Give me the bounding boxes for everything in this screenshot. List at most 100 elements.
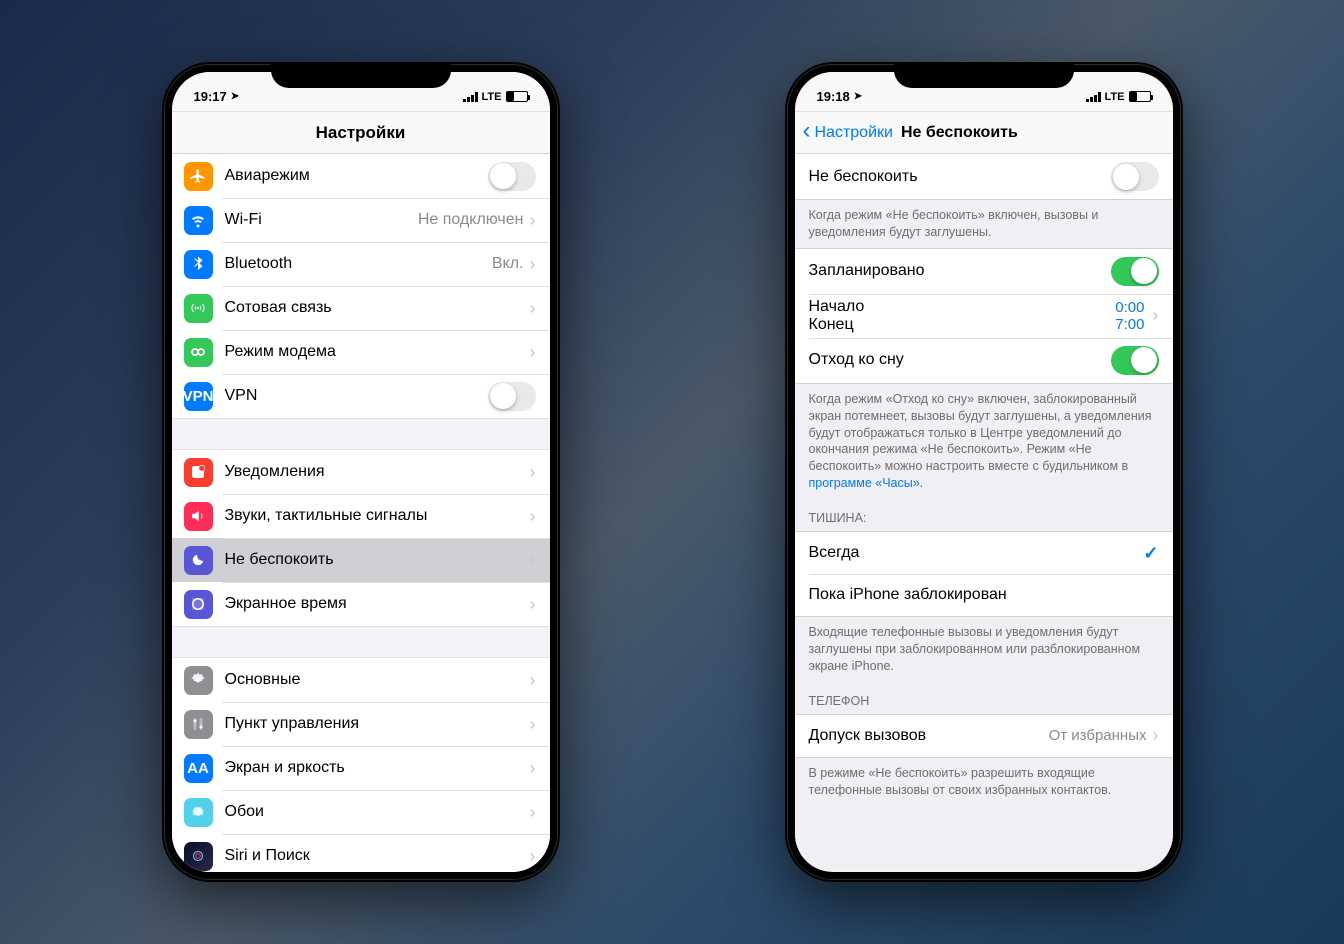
row-label: Bluetooth <box>225 255 492 273</box>
row-label: Основные <box>225 671 530 689</box>
signal-icon <box>1086 92 1101 102</box>
status-time: 19:17 <box>194 89 227 104</box>
airplane-icon <box>184 162 213 191</box>
start-label: Начало <box>809 298 1116 316</box>
wifi-icon <box>184 206 213 235</box>
footer-silence: Входящие телефонные вызовы и уведомления… <box>795 617 1173 682</box>
network-label: LTE <box>482 91 502 103</box>
clock-app-link[interactable]: программе «Часы». <box>809 476 924 490</box>
row-value: Не подключен <box>418 211 524 229</box>
status-time: 19:18 <box>817 89 850 104</box>
location-icon: ➤ <box>231 91 239 102</box>
row-dnd[interactable]: Не беспокоить › <box>172 538 550 582</box>
row-schedule-time[interactable]: Начало Конец 0:00 7:00 › <box>795 294 1173 338</box>
row-bluetooth[interactable]: Bluetooth Вкл. › <box>172 242 550 286</box>
sounds-icon <box>184 502 213 531</box>
toggle-vpn[interactable] <box>488 382 536 411</box>
row-dnd-master[interactable]: Не беспокоить <box>795 154 1173 199</box>
notch <box>271 62 451 88</box>
group-divider <box>172 418 550 450</box>
row-scheduled[interactable]: Запланировано <box>795 249 1173 294</box>
row-sounds[interactable]: Звуки, тактильные сигналы › <box>172 494 550 538</box>
header-phone: ТЕЛЕФОН <box>795 682 1173 714</box>
row-label: Запланировано <box>809 262 1111 280</box>
row-label: Wi-Fi <box>225 211 418 229</box>
row-label: Всегда <box>809 544 1144 562</box>
toggle-dnd[interactable] <box>1111 162 1159 191</box>
chevron-right-icon: › <box>530 462 536 483</box>
chevron-right-icon: › <box>530 714 536 735</box>
back-chevron-icon[interactable]: ‹ <box>803 119 811 143</box>
row-airplane[interactable]: Авиарежим <box>172 154 550 198</box>
start-time-value: 0:00 <box>1115 299 1144 316</box>
chevron-right-icon: › <box>530 210 536 231</box>
dnd-icon <box>184 546 213 575</box>
chevron-right-icon: › <box>530 254 536 275</box>
end-time-value: 7:00 <box>1115 316 1144 333</box>
control-center-icon <box>184 710 213 739</box>
chevron-right-icon: › <box>530 342 536 363</box>
hotspot-icon <box>184 338 213 367</box>
row-label: Экранное время <box>225 595 530 613</box>
row-wallpaper[interactable]: Обои › <box>172 790 550 834</box>
row-label: Режим модема <box>225 343 530 361</box>
row-bedtime[interactable]: Отход ко сну <box>795 338 1173 383</box>
dnd-content: Не беспокоить Когда режим «Не беспокоить… <box>795 154 1173 870</box>
row-cellular[interactable]: Сотовая связь › <box>172 286 550 330</box>
chevron-right-icon: › <box>530 298 536 319</box>
phone-right: 19:18 ➤ LTE ‹ Настройки Не беспокоить Не… <box>785 62 1183 882</box>
row-label: Не беспокоить <box>225 551 530 569</box>
chevron-right-icon: › <box>1153 305 1159 326</box>
nav-header: ‹ Настройки Не беспокоить <box>795 112 1173 154</box>
row-hotspot[interactable]: Режим модема › <box>172 330 550 374</box>
row-general[interactable]: Основные › <box>172 658 550 702</box>
row-label: Пункт управления <box>225 715 530 733</box>
header-silence: ТИШИНА: <box>795 499 1173 531</box>
row-label: Звуки, тактильные сигналы <box>225 507 530 525</box>
chevron-right-icon: › <box>530 758 536 779</box>
row-notifications[interactable]: Уведомления › <box>172 450 550 494</box>
toggle-bedtime[interactable] <box>1111 346 1159 375</box>
row-screentime[interactable]: Экранное время › <box>172 582 550 626</box>
signal-icon <box>463 92 478 102</box>
footer-bedtime: Когда режим «Отход ко сну» включен, забл… <box>795 384 1173 499</box>
group-divider <box>172 626 550 658</box>
row-label: Допуск вызовов <box>809 727 1049 745</box>
footer-dnd: Когда режим «Не беспокоить» включен, выз… <box>795 200 1173 248</box>
screentime-icon <box>184 590 213 619</box>
row-silence-locked[interactable]: Пока iPhone заблокирован <box>795 574 1173 616</box>
row-label: Экран и яркость <box>225 759 530 777</box>
bluetooth-icon <box>184 250 213 279</box>
row-value: Вкл. <box>492 255 524 273</box>
chevron-right-icon: › <box>530 846 536 867</box>
row-label: Обои <box>225 803 530 821</box>
row-wifi[interactable]: Wi-Fi Не подключен › <box>172 198 550 242</box>
notch <box>894 62 1074 88</box>
row-allow-calls[interactable]: Допуск вызовов От избранных › <box>795 715 1173 757</box>
toggle-scheduled[interactable] <box>1111 257 1159 286</box>
display-icon: AA <box>184 754 213 783</box>
row-label: Уведомления <box>225 463 530 481</box>
phone-left: 19:17 ➤ LTE Настройки Авиарежим <box>162 62 560 882</box>
row-label: Авиарежим <box>225 167 488 185</box>
screen-dnd: 19:18 ➤ LTE ‹ Настройки Не беспокоить Не… <box>795 72 1173 872</box>
settings-list: Авиарежим Wi-Fi Не подключен › Bluetooth… <box>172 154 550 872</box>
end-label: Конец <box>809 316 1116 334</box>
network-label: LTE <box>1105 91 1125 103</box>
row-label: VPN <box>225 387 488 405</box>
row-control-center[interactable]: Пункт управления › <box>172 702 550 746</box>
row-siri[interactable]: Siri и Поиск › <box>172 834 550 872</box>
page-title: Не беспокоить <box>901 124 1018 142</box>
battery-icon <box>506 91 528 102</box>
back-button[interactable]: Настройки <box>815 124 893 142</box>
row-label: Сотовая связь <box>225 299 530 317</box>
row-vpn[interactable]: VPN VPN <box>172 374 550 418</box>
chevron-right-icon: › <box>530 802 536 823</box>
row-label: Отход ко сну <box>809 351 1111 369</box>
notifications-icon <box>184 458 213 487</box>
toggle-airplane[interactable] <box>488 162 536 191</box>
general-icon <box>184 666 213 695</box>
row-silence-always[interactable]: Всегда ✓ <box>795 532 1173 574</box>
chevron-right-icon: › <box>530 550 536 571</box>
row-display[interactable]: AA Экран и яркость › <box>172 746 550 790</box>
